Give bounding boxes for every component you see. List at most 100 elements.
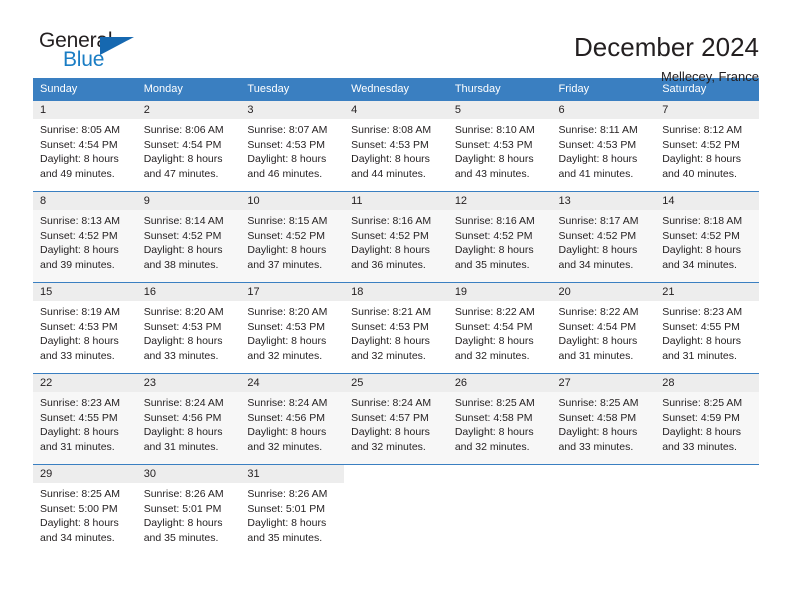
daylight-duration-line1: Daylight: 8 hours [662, 426, 742, 438]
weekday-header-wednesday: Wednesday [344, 78, 448, 101]
day-cell-inner: 8 Sunrise: 8:13 AM Sunset: 4:52 PM Daylight… [33, 192, 137, 282]
calendar-day-cell[interactable]: 18 Sunrise: 8:21 AM Sunset: 4:53 PM Dayligh… [344, 282, 448, 374]
day-details [344, 483, 448, 487]
sunrise-time: Sunrise: 8:23 AM [40, 397, 120, 409]
day-details: Sunrise: 8:23 AM Sunset: 4:55 PM Daylight:… [655, 301, 759, 363]
sunrise-time: Sunrise: 8:16 AM [454, 215, 535, 227]
calendar-day-cell[interactable]: 12 Sunrise: 8:16 AM Sunset: 4:52 PM Dayligh… [447, 191, 552, 283]
sunset-time: Sunset: 4:55 PM [40, 411, 118, 424]
day-number: 2 [136, 101, 241, 119]
calendar-day-cell[interactable]: 22 Sunrise: 8:23 AM Sunset: 4:55 PM Dayligh… [33, 373, 137, 465]
day-cell-inner: 30 Sunrise: 8:26 AM Sunset: 5:01 PM Dayligh… [136, 465, 241, 555]
calendar-day-cell[interactable]: 3 Sunrise: 8:07 AM Sunset: 4:53 PM Daylight… [240, 100, 345, 192]
sunrise-time: Sunrise: 8:17 AM [558, 215, 639, 227]
calendar-day-cell-empty [447, 464, 552, 555]
day-details: Sunrise: 8:15 AM Sunset: 4:52 PM Daylight:… [240, 210, 344, 272]
calendar-week-row: 29 Sunrise: 8:25 AM Sunset: 5:00 PM Dayligh… [33, 464, 759, 555]
daylight-duration-line1: Daylight: 8 hours [247, 335, 327, 347]
general-blue-logo[interactable]: General Blue [33, 30, 153, 82]
day-number: 22 [33, 374, 137, 392]
calendar-day-cell[interactable]: 4 Sunrise: 8:08 AM Sunset: 4:53 PM Daylight… [344, 100, 448, 192]
sunset-time: Sunset: 4:54 PM [454, 320, 533, 333]
calendar-day-cell[interactable]: 15 Sunrise: 8:19 AM Sunset: 4:53 PM Dayligh… [33, 282, 137, 374]
daylight-duration-line2: and 35 minutes. [247, 531, 323, 544]
sunrise-time: Sunrise: 8:24 AM [143, 397, 224, 409]
sunrise-time: Sunrise: 8:23 AM [662, 306, 743, 318]
calendar-day-cell-empty [551, 464, 656, 555]
page-header: General Blue December 2024 Mellecey, Fra… [33, 0, 759, 85]
sunrise-time: Sunrise: 8:22 AM [558, 306, 639, 318]
calendar-day-cell[interactable]: 5 Sunrise: 8:10 AM Sunset: 4:53 PM Daylight… [447, 100, 552, 192]
calendar-day-cell[interactable]: 8 Sunrise: 8:13 AM Sunset: 4:52 PM Daylight… [33, 191, 137, 283]
daylight-duration-line2: and 47 minutes. [143, 167, 219, 180]
calendar-day-cell[interactable]: 14 Sunrise: 8:18 AM Sunset: 4:52 PM Dayligh… [655, 191, 759, 283]
day-details: Sunrise: 8:10 AM Sunset: 4:53 PM Daylight:… [448, 119, 552, 181]
daylight-duration-line1: Daylight: 8 hours [558, 426, 638, 438]
daylight-duration-line2: and 33 minutes. [662, 440, 737, 453]
calendar-day-cell[interactable]: 26 Sunrise: 8:25 AM Sunset: 4:58 PM Dayligh… [447, 373, 552, 465]
daylight-duration-line1: Daylight: 8 hours [662, 335, 742, 347]
day-number: 11 [344, 192, 448, 210]
day-details: Sunrise: 8:06 AM Sunset: 4:54 PM Daylight:… [137, 119, 241, 181]
day-cell-inner: 17 Sunrise: 8:20 AM Sunset: 4:53 PM Dayligh… [240, 283, 345, 373]
sunrise-time: Sunrise: 8:25 AM [662, 397, 743, 409]
calendar-day-cell[interactable]: 24 Sunrise: 8:24 AM Sunset: 4:56 PM Dayligh… [240, 373, 345, 465]
calendar-day-cell[interactable]: 31 Sunrise: 8:26 AM Sunset: 5:01 PM Dayligh… [240, 464, 345, 555]
sunrise-time: Sunrise: 8:25 AM [454, 397, 535, 409]
sunset-time: Sunset: 4:52 PM [351, 229, 429, 242]
day-number: 1 [33, 101, 137, 119]
calendar-day-cell[interactable]: 11 Sunrise: 8:16 AM Sunset: 4:52 PM Dayligh… [344, 191, 448, 283]
day-number: 27 [551, 374, 656, 392]
calendar-day-cell[interactable]: 23 Sunrise: 8:24 AM Sunset: 4:56 PM Dayligh… [136, 373, 241, 465]
day-number: 30 [136, 465, 241, 483]
calendar-day-cell[interactable]: 2 Sunrise: 8:06 AM Sunset: 4:54 PM Daylight… [136, 100, 241, 192]
day-details: Sunrise: 8:12 AM Sunset: 4:52 PM Daylight:… [655, 119, 759, 181]
day-cell-inner: 29 Sunrise: 8:25 AM Sunset: 5:00 PM Dayligh… [33, 465, 137, 555]
calendar-day-cell[interactable]: 9 Sunrise: 8:14 AM Sunset: 4:52 PM Daylight… [136, 191, 241, 283]
calendar-day-cell[interactable]: 17 Sunrise: 8:20 AM Sunset: 4:53 PM Dayligh… [240, 282, 345, 374]
calendar-day-cell[interactable]: 21 Sunrise: 8:23 AM Sunset: 4:55 PM Dayligh… [655, 282, 759, 374]
day-number: 15 [33, 283, 137, 301]
sunset-time: Sunset: 4:52 PM [454, 229, 533, 242]
sunset-time: Sunset: 4:52 PM [662, 138, 740, 151]
day-cell-inner [344, 465, 448, 555]
day-details: Sunrise: 8:24 AM Sunset: 4:56 PM Daylight:… [240, 392, 344, 454]
calendar-day-cell-empty [344, 464, 448, 555]
calendar-day-cell[interactable]: 30 Sunrise: 8:26 AM Sunset: 5:01 PM Dayligh… [136, 464, 241, 555]
day-number: 29 [33, 465, 137, 483]
calendar-day-cell[interactable]: 6 Sunrise: 8:11 AM Sunset: 4:53 PM Daylight… [551, 100, 656, 192]
sunset-time: Sunset: 5:01 PM [247, 502, 326, 515]
day-cell-inner: 9 Sunrise: 8:14 AM Sunset: 4:52 PM Daylight… [136, 192, 241, 282]
day-number: 4 [344, 101, 448, 119]
calendar-day-cell[interactable]: 29 Sunrise: 8:25 AM Sunset: 5:00 PM Dayligh… [33, 464, 137, 555]
sunset-time: Sunset: 4:58 PM [454, 411, 533, 424]
calendar-day-cell[interactable]: 25 Sunrise: 8:24 AM Sunset: 4:57 PM Dayligh… [344, 373, 448, 465]
daylight-duration-line1: Daylight: 8 hours [40, 335, 119, 347]
daylight-duration-line1: Daylight: 8 hours [454, 426, 534, 438]
calendar-day-cell[interactable]: 19 Sunrise: 8:22 AM Sunset: 4:54 PM Dayligh… [447, 282, 552, 374]
calendar-day-cell[interactable]: 10 Sunrise: 8:15 AM Sunset: 4:52 PM Dayligh… [240, 191, 345, 283]
sunrise-time: Sunrise: 8:15 AM [247, 215, 328, 227]
daylight-duration-line1: Daylight: 8 hours [143, 244, 223, 256]
day-cell-inner: 23 Sunrise: 8:24 AM Sunset: 4:56 PM Dayligh… [136, 374, 241, 464]
calendar-day-cell[interactable]: 20 Sunrise: 8:22 AM Sunset: 4:54 PM Dayligh… [551, 282, 656, 374]
day-cell-inner: 5 Sunrise: 8:10 AM Sunset: 4:53 PM Daylight… [447, 101, 552, 191]
day-cell-inner: 24 Sunrise: 8:24 AM Sunset: 4:56 PM Dayligh… [240, 374, 345, 464]
daylight-duration-line2: and 31 minutes. [143, 440, 219, 453]
calendar-day-cell[interactable]: 7 Sunrise: 8:12 AM Sunset: 4:52 PM Daylight… [655, 100, 759, 192]
calendar-day-cell[interactable]: 28 Sunrise: 8:25 AM Sunset: 4:59 PM Dayligh… [655, 373, 759, 465]
sunset-time: Sunset: 4:53 PM [247, 320, 326, 333]
daylight-duration-line2: and 31 minutes. [662, 349, 737, 362]
calendar-day-cell[interactable]: 1 Sunrise: 8:05 AM Sunset: 4:54 PM Daylight… [33, 100, 137, 192]
calendar-week-row: 22 Sunrise: 8:23 AM Sunset: 4:55 PM Dayligh… [33, 373, 759, 465]
day-cell-inner: 14 Sunrise: 8:18 AM Sunset: 4:52 PM Dayligh… [655, 192, 759, 282]
calendar-day-cell[interactable]: 13 Sunrise: 8:17 AM Sunset: 4:52 PM Dayligh… [551, 191, 656, 283]
calendar-day-cell[interactable]: 27 Sunrise: 8:25 AM Sunset: 4:58 PM Dayligh… [551, 373, 656, 465]
calendar-day-cell[interactable]: 16 Sunrise: 8:20 AM Sunset: 4:53 PM Dayligh… [136, 282, 241, 374]
day-number: 31 [240, 465, 345, 483]
day-number: 24 [240, 374, 345, 392]
sunrise-time: Sunrise: 8:07 AM [247, 124, 328, 136]
day-details: Sunrise: 8:13 AM Sunset: 4:52 PM Daylight:… [33, 210, 137, 272]
day-details: Sunrise: 8:22 AM Sunset: 4:54 PM Daylight:… [552, 301, 656, 363]
daylight-duration-line1: Daylight: 8 hours [143, 517, 223, 529]
